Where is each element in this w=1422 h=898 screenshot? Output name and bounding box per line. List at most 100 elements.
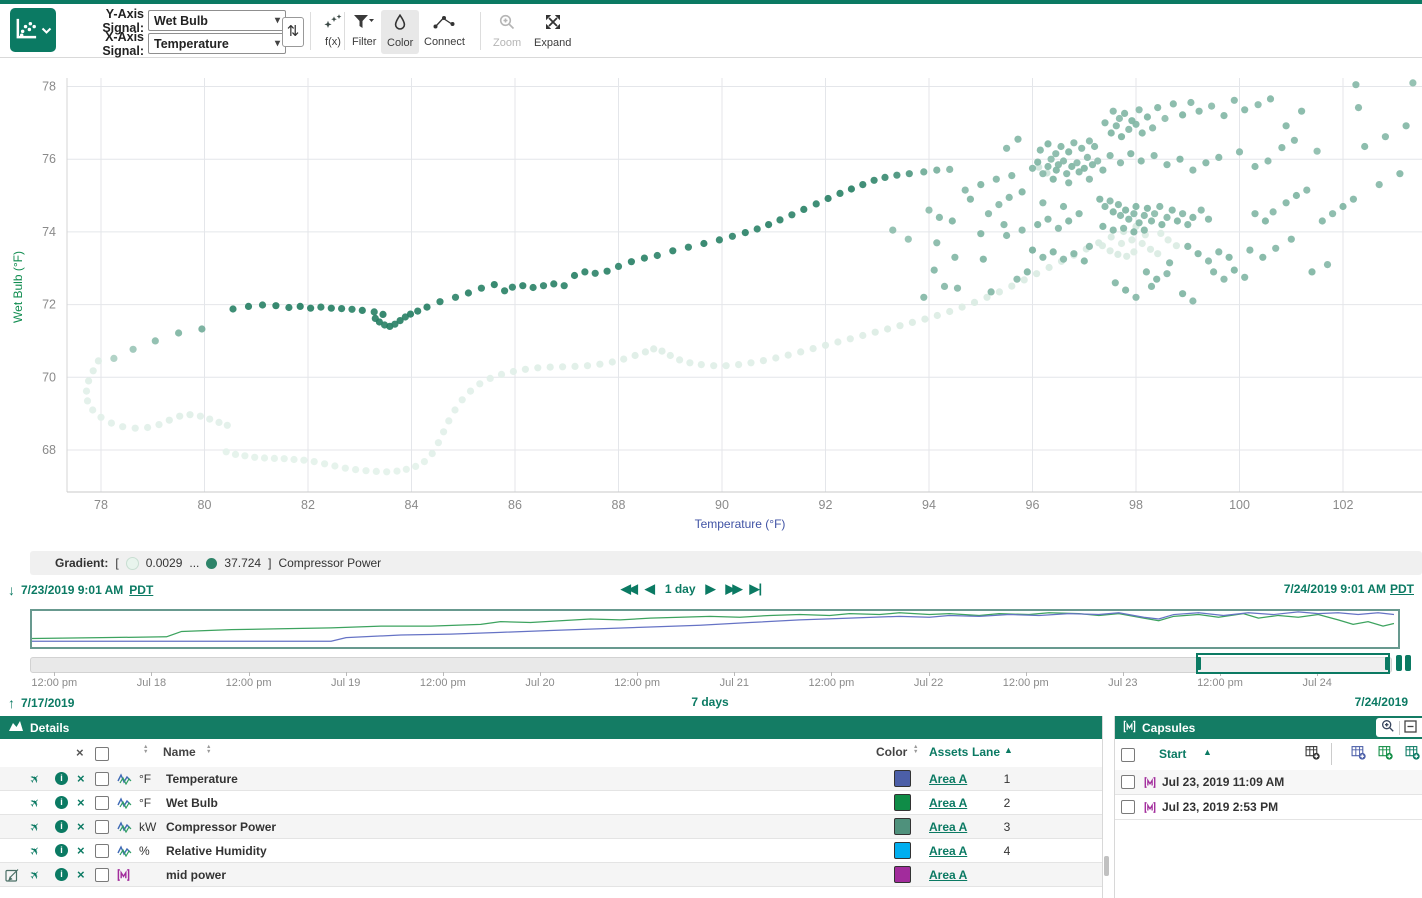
panel-scrollbar[interactable] [1104, 856, 1109, 876]
zoom-button[interactable]: Zoom [487, 10, 527, 54]
sort-icon[interactable] [913, 745, 918, 755]
step-to-end-button[interactable] [750, 581, 762, 597]
rocket-icon[interactable] [30, 815, 40, 838]
row-checkbox[interactable] [95, 815, 109, 838]
remove-icon[interactable] [77, 863, 85, 886]
details-row[interactable]: imid powerArea A [0, 863, 1102, 887]
y-axis-signal-select[interactable]: Wet Bulb [148, 10, 286, 31]
info-icon[interactable]: i [55, 815, 68, 838]
expand-button[interactable]: Expand [528, 10, 577, 54]
sort-ascending-icon[interactable] [1004, 745, 1013, 755]
asset-link[interactable]: Area A [929, 863, 967, 886]
remove-all-icon[interactable] [76, 745, 84, 760]
step-back-button[interactable] [645, 581, 655, 597]
timeline-tick-label: Jul 24 [1302, 677, 1331, 689]
color-swatch[interactable] [894, 815, 911, 838]
trend-overview-chart[interactable] [30, 609, 1400, 649]
details-row[interactable]: i°FWet BulbArea A2 [0, 791, 1102, 815]
rocket-icon[interactable] [30, 863, 40, 886]
unit-label: kW [139, 815, 156, 838]
selection-left-handle[interactable] [1196, 657, 1201, 670]
asset-link[interactable]: Area A [929, 839, 967, 862]
remove-icon[interactable] [77, 791, 85, 814]
select-all-capsules-checkbox[interactable] [1121, 748, 1135, 762]
capsule-row[interactable]: Jul 23, 2019 11:09 AM [1115, 770, 1422, 795]
collapse-panel-icon[interactable] [1404, 720, 1417, 736]
capsule-start-time: Jul 23, 2019 2:53 PM [1162, 795, 1278, 819]
color-swatch[interactable] [894, 839, 911, 862]
remove-icon[interactable] [77, 815, 85, 838]
chart-type-button[interactable] [10, 8, 56, 52]
capsule-row[interactable]: Jul 23, 2019 2:53 PM [1115, 795, 1422, 820]
info-icon[interactable]: i [55, 767, 68, 790]
capsule-checkbox[interactable] [1121, 770, 1135, 794]
timeline-selection-window[interactable] [1196, 653, 1390, 674]
selection-right-handle[interactable] [1385, 657, 1390, 670]
remove-icon[interactable] [77, 767, 85, 790]
color-column-header[interactable]: Color [876, 745, 907, 759]
scatter-chart[interactable]: 6870727476787880828486889092949698100102… [0, 57, 1422, 546]
start-column-header[interactable]: Start [1159, 747, 1186, 761]
step-forward-fast-button[interactable] [726, 581, 740, 597]
select-all-checkbox[interactable] [95, 747, 109, 761]
range-start-timezone[interactable]: PDT [129, 583, 153, 597]
details-row[interactable]: i%Relative HumidityArea A4 [0, 839, 1102, 863]
assets-column-header[interactable]: Assets [929, 745, 968, 759]
investigate-duration[interactable]: 7 days [660, 695, 760, 709]
capsule-checkbox[interactable] [1121, 795, 1135, 819]
row-checkbox[interactable] [95, 863, 109, 886]
range-start-datetime[interactable]: 7/23/2019 9:01 AM PDT [8, 582, 153, 598]
row-checkbox[interactable] [95, 767, 109, 790]
color-swatch[interactable] [894, 791, 911, 814]
color-swatch[interactable] [894, 863, 911, 886]
add-signal-column-icon[interactable] [1351, 745, 1366, 763]
info-icon[interactable]: i [55, 791, 68, 814]
step-back-fast-button[interactable] [621, 581, 635, 597]
edit-icon[interactable] [5, 863, 19, 886]
swap-axes-button[interactable] [282, 17, 304, 47]
row-checkbox[interactable] [95, 791, 109, 814]
rocket-icon[interactable] [30, 839, 40, 862]
unit-label: % [139, 839, 150, 862]
sort-icon[interactable] [206, 745, 211, 755]
details-row[interactable]: i°FTemperatureArea A1 [0, 767, 1102, 791]
lane-number: 4 [992, 839, 1022, 862]
details-row[interactable]: ikWCompressor PowerArea A3 [0, 815, 1102, 839]
timeline-tick-mark [249, 672, 250, 676]
remove-icon[interactable] [77, 839, 85, 862]
add-condition-column-icon[interactable] [1378, 745, 1393, 763]
timeline-tick-mark [540, 672, 541, 676]
range-step-duration[interactable]: 1 day [665, 582, 696, 596]
timeline-track[interactable] [30, 657, 1392, 673]
sort-icon[interactable] [143, 745, 148, 755]
investigate-start-date[interactable]: 7/17/2019 [8, 695, 74, 711]
row-checkbox[interactable] [95, 839, 109, 862]
asset-link[interactable]: Area A [929, 767, 967, 790]
capsule-time-icon[interactable] [1396, 655, 1411, 671]
lane-column-header[interactable]: Lane [972, 745, 1000, 759]
add-stat-column-icon[interactable] [1405, 745, 1420, 763]
rocket-icon[interactable] [30, 767, 40, 790]
info-icon[interactable]: i [55, 863, 68, 886]
info-icon[interactable]: i [55, 839, 68, 862]
name-column-header[interactable]: Name [163, 745, 196, 759]
timeline-tick-mark [1026, 672, 1027, 676]
color-button[interactable]: Color [381, 10, 419, 54]
step-forward-button[interactable] [706, 581, 716, 597]
range-end-timezone[interactable]: PDT [1390, 582, 1414, 596]
filter-button[interactable]: Filter [346, 10, 382, 54]
area-chart-icon [8, 720, 24, 735]
investigate-end-date[interactable]: 7/24/2019 [1355, 695, 1408, 709]
rocket-icon[interactable] [30, 791, 40, 814]
asset-link[interactable]: Area A [929, 815, 967, 838]
zoom-in-icon[interactable] [1381, 719, 1395, 736]
color-swatch[interactable] [894, 767, 911, 790]
filter-label: Filter [352, 36, 376, 48]
connect-button[interactable]: Connect [418, 10, 471, 54]
range-end-datetime[interactable]: 7/24/2019 9:01 AM PDT [1284, 582, 1414, 596]
capsules-title: Capsules [1142, 721, 1195, 735]
x-axis-signal-select[interactable]: Temperature [148, 33, 286, 54]
add-column-icon[interactable] [1305, 745, 1320, 763]
asset-link[interactable]: Area A [929, 791, 967, 814]
sort-ascending-icon[interactable] [1203, 747, 1212, 757]
